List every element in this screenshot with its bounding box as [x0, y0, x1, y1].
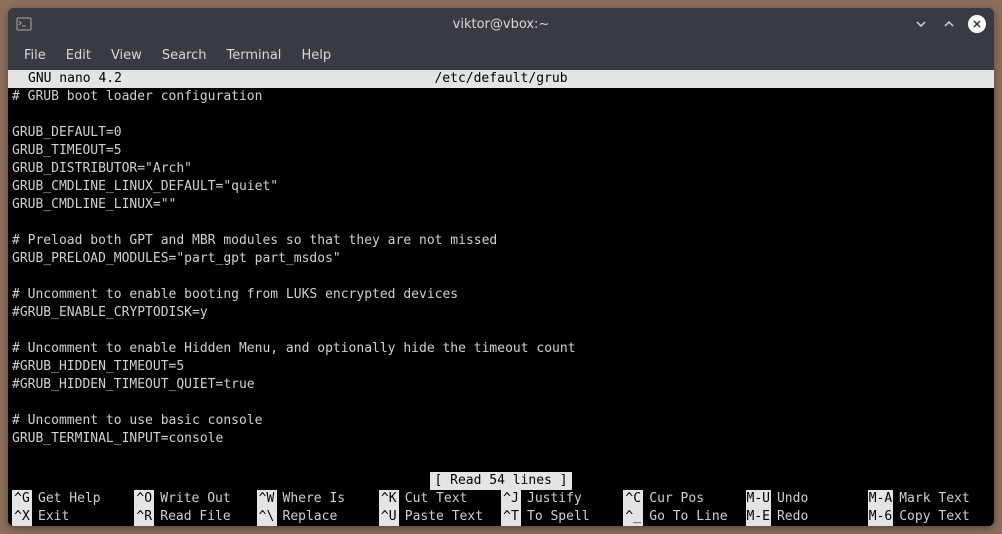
shortcut-label: Mark Text [893, 490, 969, 508]
shortcut-key: ^U [379, 508, 399, 526]
shortcut-key: ^J [501, 490, 521, 508]
menu-edit[interactable]: Edit [56, 43, 101, 68]
shortcut-label: Get Help [32, 490, 101, 508]
shortcut-item: M-UUndo [746, 490, 868, 508]
editor-line: # Uncomment to use basic console [12, 412, 990, 430]
shortcut-label: Replace [277, 508, 338, 526]
shortcut-key: ^T [501, 508, 521, 526]
editor-line [12, 268, 990, 286]
shortcut-key: ^R [134, 508, 154, 526]
shortcut-item: M-ERedo [746, 508, 868, 526]
nano-status-text: [ Read 54 lines ] [430, 472, 571, 490]
editor-line: # Preload both GPT and MBR modules so th… [12, 232, 990, 250]
shortcut-label: Write Out [154, 490, 230, 508]
shortcut-label: Undo [771, 490, 808, 508]
shortcut-item: ^_Go To Line [623, 508, 745, 526]
editor-line: # Uncomment to enable Hidden Menu, and o… [12, 340, 990, 358]
shortcut-item: M-6Copy Text [868, 508, 990, 526]
editor-line: GRUB_TIMEOUT=5 [12, 142, 990, 160]
shortcut-key: ^O [134, 490, 154, 508]
editor-line: GRUB_DISTRIBUTOR="Arch" [12, 160, 990, 178]
close-button[interactable] [968, 15, 986, 33]
shortcut-label: Cut Text [399, 490, 468, 508]
editor-line: # Uncomment to enable booting from LUKS … [12, 286, 990, 304]
menu-file[interactable]: File [14, 43, 56, 68]
shortcut-key: ^\ [257, 508, 277, 526]
terminal-window: viktor@vbox:~ File Edit View Search Term… [8, 8, 994, 526]
shortcut-label: Cur Pos [643, 490, 704, 508]
titlebar[interactable]: viktor@vbox:~ [8, 8, 994, 40]
editor-line: GRUB_CMDLINE_LINUX="" [12, 196, 990, 214]
shortcut-key: ^K [379, 490, 399, 508]
menubar: File Edit View Search Terminal Help [8, 40, 994, 70]
nano-filename: /etc/default/grub [8, 70, 994, 88]
shortcut-item: ^UPaste Text [379, 508, 501, 526]
nano-shortcuts: ^GGet Help^OWrite Out^WWhere Is^KCut Tex… [8, 490, 994, 526]
shortcut-item: ^GGet Help [12, 490, 134, 508]
editor-line [12, 394, 990, 412]
shortcut-label: Copy Text [893, 508, 969, 526]
shortcut-item: M-AMark Text [868, 490, 990, 508]
shortcut-key: ^_ [623, 508, 643, 526]
terminal-area[interactable]: GNU nano 4.2 /etc/default/grub # GRUB bo… [8, 70, 994, 526]
nano-header: GNU nano 4.2 /etc/default/grub [8, 70, 994, 88]
editor-line: GRUB_CMDLINE_LINUX_DEFAULT="quiet" [12, 178, 990, 196]
menu-terminal[interactable]: Terminal [216, 43, 291, 68]
editor-line: #GRUB_HIDDEN_TIMEOUT=5 [12, 358, 990, 376]
shortcut-key: M-6 [868, 508, 893, 526]
shortcut-key: M-A [868, 490, 893, 508]
shortcut-label: Where Is [277, 490, 346, 508]
shortcut-label: Read File [154, 508, 230, 526]
editor-content[interactable]: # GRUB boot loader configuration GRUB_DE… [8, 88, 994, 448]
shortcut-item: ^OWrite Out [134, 490, 256, 508]
shortcut-item: ^\Replace [257, 508, 379, 526]
menu-view[interactable]: View [101, 43, 152, 68]
shortcut-key: M-U [746, 490, 771, 508]
editor-line: GRUB_PRELOAD_MODULES="part_gpt part_msdo… [12, 250, 990, 268]
editor-line: # GRUB boot loader configuration [12, 88, 990, 106]
shortcut-label: Exit [32, 508, 69, 526]
shortcut-label: Justify [521, 490, 582, 508]
menu-help[interactable]: Help [291, 43, 341, 68]
editor-line: GRUB_DEFAULT=0 [12, 124, 990, 142]
shortcut-item: ^RRead File [134, 508, 256, 526]
maximize-button[interactable] [940, 15, 958, 33]
shortcut-item: ^JJustify [501, 490, 623, 508]
shortcut-label: Paste Text [399, 508, 483, 526]
window-controls [912, 15, 986, 33]
shortcut-label: To Spell [521, 508, 590, 526]
editor-line [12, 106, 990, 124]
shortcut-key: ^X [12, 508, 32, 526]
shortcut-label: Go To Line [643, 508, 727, 526]
shortcut-label: Redo [771, 508, 808, 526]
shortcut-key: ^W [257, 490, 277, 508]
shortcut-key: M-E [746, 508, 771, 526]
editor-line [12, 322, 990, 340]
shortcut-item: ^WWhere Is [257, 490, 379, 508]
nano-app-name: GNU nano 4.2 [8, 70, 122, 88]
shortcut-key: ^C [623, 490, 643, 508]
editor-line: #GRUB_HIDDEN_TIMEOUT_QUIET=true [12, 376, 990, 394]
editor-line: GRUB_TERMINAL_INPUT=console [12, 430, 990, 448]
shortcut-key: ^G [12, 490, 32, 508]
shortcut-item: ^XExit [12, 508, 134, 526]
shortcut-item: ^KCut Text [379, 490, 501, 508]
shortcut-item: ^TTo Spell [501, 508, 623, 526]
minimize-button[interactable] [912, 15, 930, 33]
shortcut-item: ^CCur Pos [623, 490, 745, 508]
editor-line [12, 214, 990, 232]
menu-search[interactable]: Search [152, 43, 217, 68]
editor-line: #GRUB_ENABLE_CRYPTODISK=y [12, 304, 990, 322]
nano-status-line: [ Read 54 lines ] [8, 472, 994, 490]
window-title: viktor@vbox:~ [8, 17, 994, 32]
terminal-icon [16, 16, 32, 32]
